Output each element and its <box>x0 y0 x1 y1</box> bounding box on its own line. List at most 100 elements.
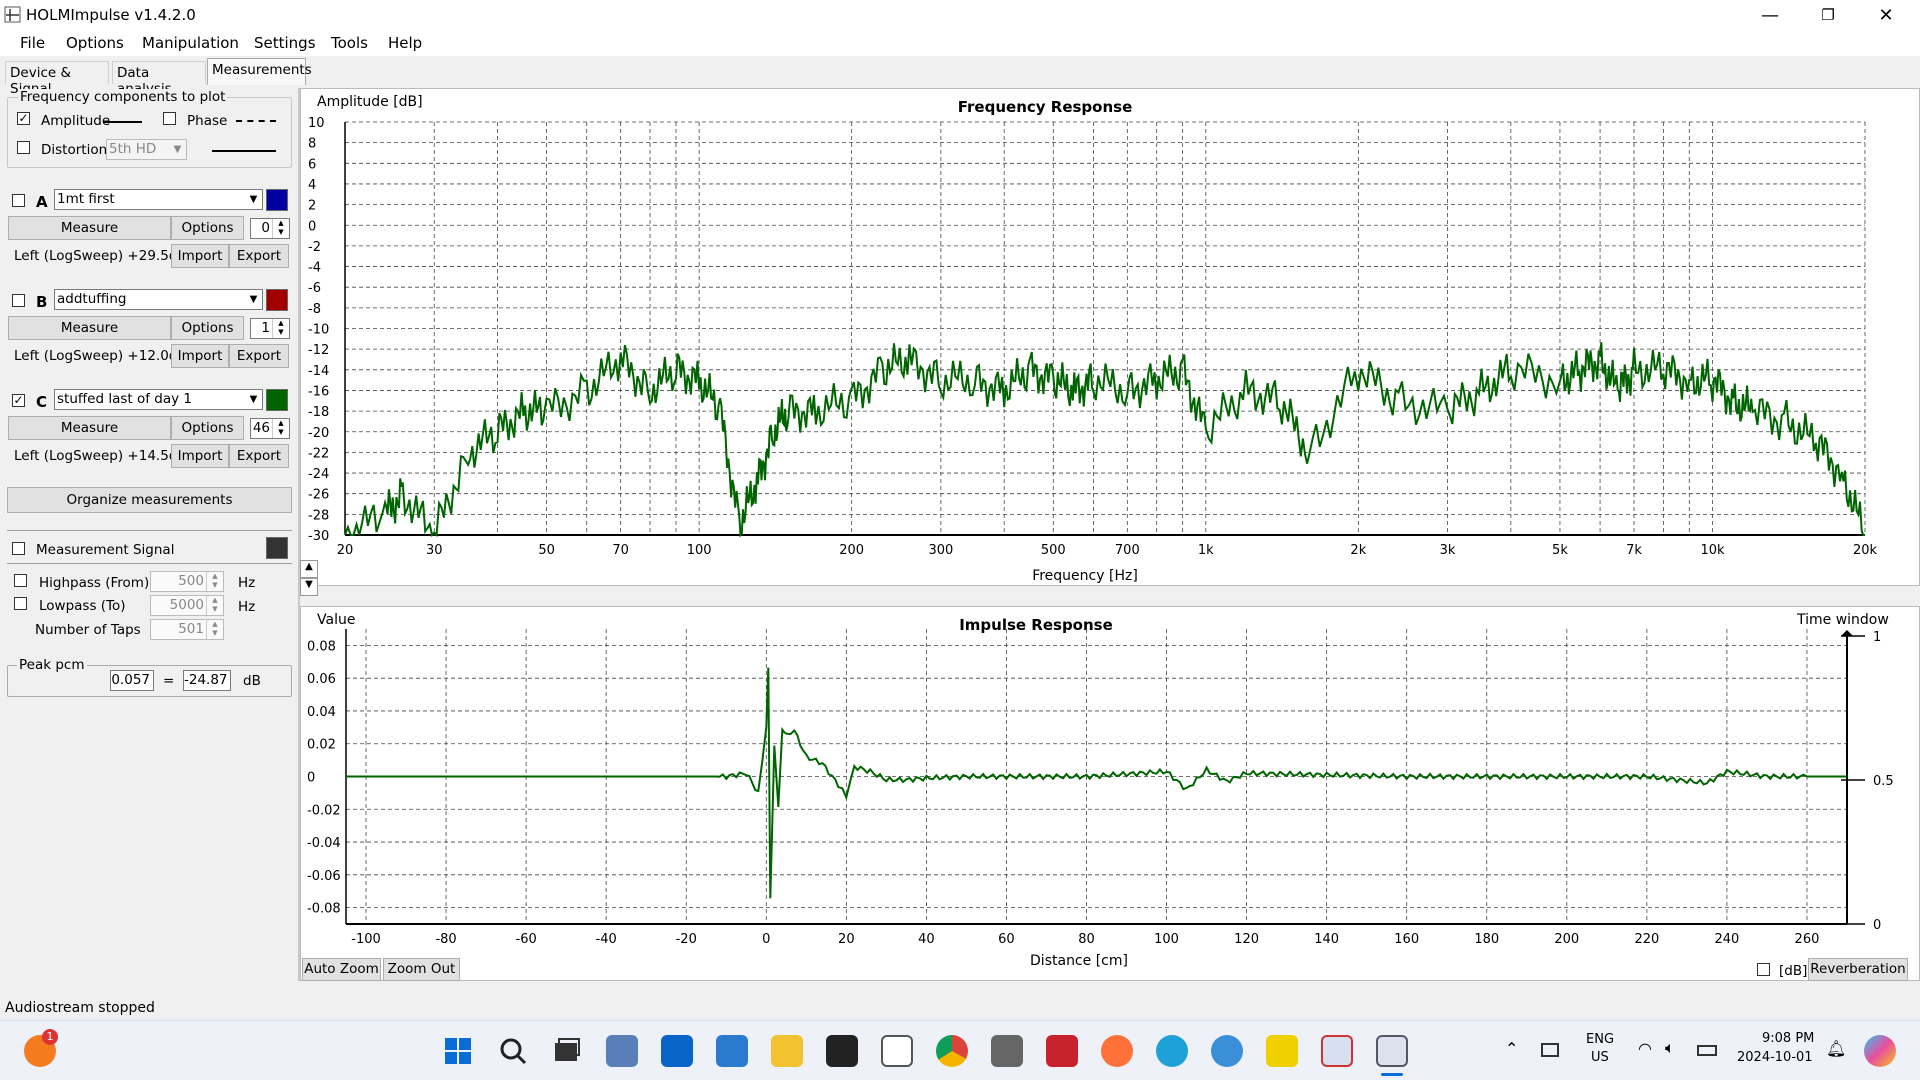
measurement-signal-checkbox[interactable] <box>12 542 25 555</box>
measurement-b-export-button[interactable]: Export <box>229 344 289 368</box>
measurement-c-checkbox[interactable]: ✓ <box>12 394 25 407</box>
tab-data-analysis[interactable]: Data analysis <box>112 61 206 97</box>
measurement-c-spinner[interactable]: 46 ▲ ▼ <box>250 418 290 439</box>
menu-file[interactable]: File <box>20 34 45 52</box>
measurement-a-color-swatch[interactable] <box>266 189 288 211</box>
measurement-c-export-button[interactable]: Export <box>229 444 289 468</box>
db-checkbox[interactable] <box>1757 963 1770 976</box>
outlook-icon[interactable] <box>661 1035 693 1067</box>
zoom-out-button[interactable]: Zoom Out <box>383 958 460 981</box>
scroll-down-icon[interactable]: ▼ <box>300 578 318 596</box>
tab-device-signal[interactable]: Device & Signal <box>5 61 109 97</box>
spinner-arrows-icon[interactable]: ▲ ▼ <box>206 572 223 591</box>
notification-bell-icon[interactable]: 🔔︎ <box>1826 1039 1846 1058</box>
time-window-tick-label: 0.5 <box>1873 774 1894 789</box>
tab-measurements[interactable]: Measurements <box>207 58 312 85</box>
search-icon[interactable] <box>497 1035 529 1067</box>
freq-xtick-label: 7k <box>1626 543 1642 558</box>
battery-icon[interactable] <box>1697 1045 1717 1056</box>
impulse-response-chart[interactable]: Value Impulse Response Distance [cm] Tim… <box>300 606 1920 981</box>
measurement-a-import-button[interactable]: Import <box>171 244 229 268</box>
volume-icon[interactable]: 🔈︎ <box>1665 1038 1675 1058</box>
amplitude-checkbox[interactable]: ✓ <box>17 112 30 125</box>
clock-time[interactable]: 9:08 PM <box>1762 1031 1814 1046</box>
distortion-checkbox[interactable] <box>17 141 30 154</box>
minimize-button[interactable]: — <box>1741 0 1799 30</box>
frequency-response-chart[interactable]: Amplitude [dB] Frequency Response Freque… <box>300 88 1920 586</box>
measurement-c-name-select[interactable]: stuffed last of day 1 ▼ <box>54 389 263 410</box>
scroll-up-icon[interactable]: ▲ <box>300 560 318 578</box>
language-primary[interactable]: ENG <box>1586 1032 1614 1047</box>
copilot-icon[interactable] <box>1864 1035 1896 1067</box>
active-indicator <box>1381 1073 1403 1076</box>
spinner-arrows-icon[interactable]: ▲ ▼ <box>272 419 289 438</box>
reverberation-button[interactable]: Reverberation <box>1808 958 1908 981</box>
measurement-b-checkbox[interactable] <box>12 294 25 307</box>
wifi-icon[interactable]: ◠ <box>1638 1039 1652 1058</box>
calculator-icon[interactable] <box>606 1035 638 1067</box>
start-icon[interactable] <box>442 1035 474 1067</box>
measurement-b-color-swatch[interactable] <box>266 289 288 311</box>
spinner-arrows-icon[interactable]: ▲ ▼ <box>206 620 223 639</box>
notepad-icon[interactable] <box>716 1035 748 1067</box>
pdf-reader-icon[interactable] <box>1046 1035 1078 1067</box>
organize-measurements-button[interactable]: Organize measurements <box>7 487 292 513</box>
imp-ylabel: Value <box>317 612 355 628</box>
firefox-icon[interactable] <box>1101 1035 1133 1067</box>
freq-ytick-label: -26 <box>308 488 329 503</box>
measurement-b-spinner[interactable]: 1 ▲ ▼ <box>250 318 290 339</box>
maximize-button[interactable]: ❐ <box>1799 0 1857 30</box>
menu-help[interactable]: Help <box>388 34 422 52</box>
terminal-icon[interactable] <box>826 1035 858 1067</box>
menu-manipulation[interactable]: Manipulation <box>142 34 239 52</box>
measurement-a-measure-button[interactable]: Measure <box>8 216 171 240</box>
measurement-a-export-button[interactable]: Export <box>229 244 289 268</box>
measurement-c-import-button[interactable]: Import <box>171 444 229 468</box>
measurement-signal-color-swatch[interactable] <box>266 537 288 559</box>
spinner-arrows-icon[interactable]: ▲ ▼ <box>272 219 289 238</box>
measurement-a-name-select[interactable]: 1mt first ▼ <box>54 189 263 210</box>
clock-date[interactable]: 2024-10-01 <box>1737 1050 1813 1065</box>
menu-tools[interactable]: Tools <box>331 34 368 52</box>
auto-zoom-button[interactable]: Auto Zoom <box>302 958 381 981</box>
chevron-up-icon[interactable]: ⌃ <box>1505 1039 1518 1058</box>
measurement-a-options-button[interactable]: Options <box>171 216 244 240</box>
distortion-select[interactable]: 5th HD ▼ <box>106 139 187 160</box>
file-explorer-icon[interactable] <box>771 1035 803 1067</box>
freq-xtick-label: 20 <box>337 543 354 558</box>
app-icon[interactable] <box>1211 1035 1243 1067</box>
store-icon[interactable] <box>881 1035 913 1067</box>
freq-xtick-label: 10k <box>1700 543 1725 558</box>
phase-checkbox[interactable] <box>163 112 176 125</box>
menu-options[interactable]: Options <box>66 34 124 52</box>
measurement-c-options-button[interactable]: Options <box>171 416 244 440</box>
lowpass-checkbox[interactable] <box>14 597 27 610</box>
highpass-input[interactable]: 500 ▲ ▼ <box>150 571 224 592</box>
holmimpulse-taskbar-icon[interactable] <box>1376 1035 1408 1067</box>
lowpass-input[interactable]: 5000 ▲ ▼ <box>150 595 224 616</box>
close-button[interactable]: ✕ <box>1857 0 1915 30</box>
task-view-icon[interactable] <box>551 1035 583 1067</box>
chrome-icon[interactable] <box>936 1035 968 1067</box>
taps-input[interactable]: 501 ▲ ▼ <box>150 619 224 640</box>
menu-settings[interactable]: Settings <box>254 34 316 52</box>
measurement-a-spinner[interactable]: 0 ▲ ▼ <box>250 218 290 239</box>
app-icon[interactable] <box>991 1035 1023 1067</box>
measurement-c-color-swatch[interactable] <box>266 389 288 411</box>
spinner-arrows-icon[interactable]: ▲ ▼ <box>206 596 223 615</box>
edge-icon[interactable] <box>1156 1035 1188 1067</box>
highpass-checkbox[interactable] <box>14 574 27 587</box>
measurement-b-import-button[interactable]: Import <box>171 344 229 368</box>
freq-xtick-label: 70 <box>612 543 629 558</box>
measurement-b-name-select[interactable]: addtuffing ▼ <box>54 289 263 310</box>
app-icon[interactable] <box>1266 1035 1298 1067</box>
language-secondary[interactable]: US <box>1591 1050 1609 1065</box>
measurement-b-options-button[interactable]: Options <box>171 316 244 340</box>
spinner-arrows-icon[interactable]: ▲ ▼ <box>272 319 289 338</box>
measurement-b-measure-button[interactable]: Measure <box>8 316 171 340</box>
taskbar: 1 ⌃ ENG US ◠ 🔈︎ 9:08 PM 2024-10-01 🔔︎ <box>0 1020 1920 1080</box>
tablet-icon[interactable] <box>1541 1043 1559 1057</box>
measurement-a-checkbox[interactable] <box>12 194 25 207</box>
snipping-tool-icon[interactable] <box>1321 1035 1353 1067</box>
measurement-c-measure-button[interactable]: Measure <box>8 416 171 440</box>
